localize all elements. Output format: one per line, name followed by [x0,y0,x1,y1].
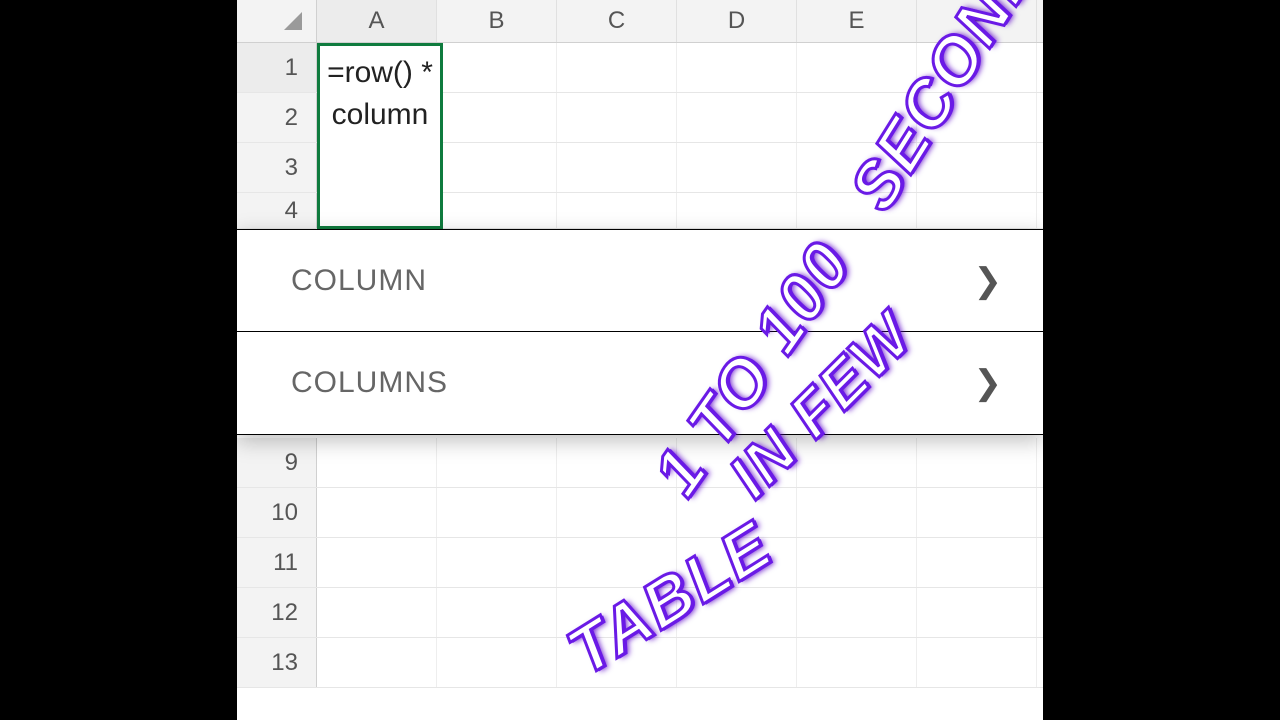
row-header[interactable]: 4 [237,193,317,228]
cell[interactable] [917,538,1037,587]
right-letterbox [1043,0,1280,720]
cell[interactable] [557,588,677,637]
cell[interactable] [317,638,437,687]
cell[interactable] [437,538,557,587]
cell[interactable] [437,588,557,637]
suggestion-item-columns[interactable]: COLUMNS ❯ [237,332,1043,434]
cell[interactable] [317,488,437,537]
cell[interactable] [557,638,677,687]
cell[interactable] [677,538,797,587]
cell[interactable] [797,638,917,687]
row-header[interactable]: 10 [237,488,317,537]
cell[interactable] [797,438,917,487]
formula-text: =row() * column [320,52,440,136]
cell[interactable] [677,93,797,142]
corner-triangle-icon [284,12,302,30]
table-row: 9 [237,438,1043,488]
cell[interactable] [917,143,1037,192]
cell[interactable] [917,193,1037,228]
table-row: 13 [237,638,1043,688]
cell[interactable] [437,143,557,192]
cell[interactable] [557,143,677,192]
cell[interactable] [917,93,1037,142]
table-row: 11 [237,538,1043,588]
row-header[interactable]: 13 [237,638,317,687]
cell[interactable] [677,143,797,192]
table-row: 10 [237,488,1043,538]
column-header-F[interactable]: F [917,0,1037,42]
row-header[interactable]: 2 [237,93,317,142]
suggestion-item-column[interactable]: COLUMN ❯ [237,230,1043,332]
cell[interactable] [677,438,797,487]
cell[interactable] [917,43,1037,92]
cell[interactable] [437,93,557,142]
left-letterbox [0,0,237,720]
cell[interactable] [437,488,557,537]
row-header[interactable]: 9 [237,438,317,487]
suggestion-label: COLUMNS [291,366,448,400]
column-header-A[interactable]: A [317,0,437,42]
chevron-right-icon: ❯ [974,363,1004,403]
cell[interactable] [557,438,677,487]
cell[interactable] [317,538,437,587]
cell[interactable] [917,488,1037,537]
cell[interactable] [797,93,917,142]
formula-suggestion-panel: COLUMN ❯ COLUMNS ❯ [237,229,1043,435]
cell[interactable] [797,588,917,637]
cell[interactable] [677,193,797,228]
cell[interactable] [437,43,557,92]
active-cell-editor[interactable]: =row() * column [317,43,443,229]
row-header[interactable]: 12 [237,588,317,637]
cell[interactable] [677,588,797,637]
cell[interactable] [677,43,797,92]
select-all-corner[interactable] [237,0,317,42]
cell[interactable] [677,638,797,687]
cell[interactable] [437,638,557,687]
row-header[interactable]: 3 [237,143,317,192]
cell[interactable] [557,488,677,537]
cell[interactable] [917,438,1037,487]
column-header-B[interactable]: B [437,0,557,42]
suggestion-label: COLUMN [291,264,427,298]
cell[interactable] [557,538,677,587]
cell[interactable] [797,43,917,92]
column-header-E[interactable]: E [797,0,917,42]
row-header[interactable]: 1 [237,43,317,92]
column-header-D[interactable]: D [677,0,797,42]
cell[interactable] [797,538,917,587]
cell[interactable] [437,193,557,228]
cell[interactable] [677,488,797,537]
cell[interactable] [917,638,1037,687]
column-header-C[interactable]: C [557,0,677,42]
cell[interactable] [557,93,677,142]
cell[interactable] [557,43,677,92]
row-header[interactable]: 11 [237,538,317,587]
table-row: 12 [237,588,1043,638]
chevron-right-icon: ❯ [974,261,1004,301]
spreadsheet-app: A B C D E F 1 2 3 4 =row() * column COLU… [237,0,1043,720]
column-header-row: A B C D E F [237,0,1043,43]
cell[interactable] [557,193,677,228]
cell[interactable] [797,143,917,192]
cell[interactable] [317,438,437,487]
cell[interactable] [317,588,437,637]
cell[interactable] [797,488,917,537]
grid-bottom: 9 10 11 12 13 [237,438,1043,688]
cell[interactable] [917,588,1037,637]
cell[interactable] [437,438,557,487]
cell[interactable] [797,193,917,228]
